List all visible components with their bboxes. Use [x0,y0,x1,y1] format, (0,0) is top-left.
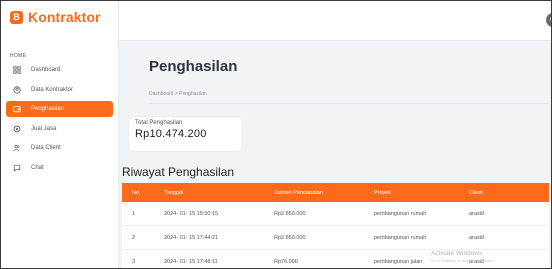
avatar[interactable] [546,13,551,27]
cell-amount: Rp76.000 [274,258,298,265]
cell-date: 2024- 01- 15 17:48:11 [164,258,218,265]
sidebar-item-data-kontraktor[interactable]: Data Kontraktor [6,82,113,98]
brand-title: Kontraktor [28,9,101,25]
cell-no: 3 [132,258,136,265]
sidebar-menu: Dashboard Data Kontraktor Penghasilan Ju… [1,62,118,179]
column-header-proyek[interactable]: Proyek [369,190,466,196]
app-window: B Kontraktor HOME Dashboard Data Kontrak… [0,0,552,269]
sidebar-item-data-client[interactable]: Data Client [6,140,113,156]
watermark-line2: Go to Settings to activate Windows. [431,257,495,263]
cell-client: arasid [469,234,484,241]
user-circle-icon [12,85,22,95]
sidebar-item-penghasilan[interactable]: Penghasilan [6,101,113,117]
sidebar-item-chat[interactable]: Chat [6,160,113,176]
cell-no: 1 [132,210,136,217]
topbar [119,1,551,41]
column-header-client[interactable]: Client [466,190,549,196]
sync-icon [12,124,22,134]
menu-heading: HOME [10,53,27,59]
cell-amount: Rp2.850.000 [274,210,306,217]
grid-icon [12,65,22,75]
cell-client: arasid [469,210,484,217]
column-header-no[interactable]: No [122,190,159,196]
sidebar-item-label: Data Kontraktor [31,86,74,93]
cell-date: 2024- 01- 15 17:44:21 [164,234,219,241]
breadcrumb[interactable]: Dashboard > Penghasilan [149,91,207,97]
column-header-tanggal[interactable]: Tanggal [159,190,269,196]
wallet-icon [12,104,22,114]
cell-project: pembangunan rumah [374,210,427,217]
main-content: Penghasilan Dashboard > Penghasilan Tota… [119,41,551,268]
sidebar: B Kontraktor HOME Dashboard Data Kontrak… [1,1,119,268]
cell-amount: Rp2.850.000 [274,234,306,241]
cell-project: pembangunan rumah [374,234,427,241]
sidebar-item-label: Dashboard [31,67,61,73]
table-row[interactable]: 1 2024- 01- 15 15:50:15 Rp2.850.000 pemb… [122,202,549,226]
stat-label: Total Penghasilan [135,120,183,126]
cell-no: 2 [132,234,136,241]
brand[interactable]: B Kontraktor [10,6,101,28]
sidebar-item-label: Jual Jasa [31,125,57,132]
divider [149,103,549,104]
total-penghasilan-card: Total Penghasilan Rp10.474.200 [129,117,242,151]
column-header-jumlah[interactable]: Jumlah Pendapatan [269,190,369,196]
history-title: Riwayat Penghasilan [122,165,235,179]
activate-windows-watermark: Activate Windows Go to Settings to activ… [431,250,495,264]
cell-date: 2024- 01- 15 15:50:15 [164,210,219,217]
page-title: Penghasilan [149,58,238,75]
users-icon [12,143,22,153]
sidebar-item-label: Chat [31,164,44,171]
sidebar-item-dashboard[interactable]: Dashboard [6,62,113,78]
chat-icon [12,163,22,173]
table-header: No Tanggal Jumlah Pendapatan Proyek Clie… [122,183,549,202]
sidebar-item-label: Data Client [31,145,61,151]
sidebar-item-jual-jasa[interactable]: Jual Jasa [6,121,113,137]
stat-value: Rp10.474.200 [135,128,207,140]
brand-logo-icon: B [10,10,23,24]
table-row[interactable]: 2 2024- 01- 15 17:44:21 Rp2.850.000 pemb… [122,226,549,250]
sidebar-item-label: Penghasilan [31,106,65,112]
